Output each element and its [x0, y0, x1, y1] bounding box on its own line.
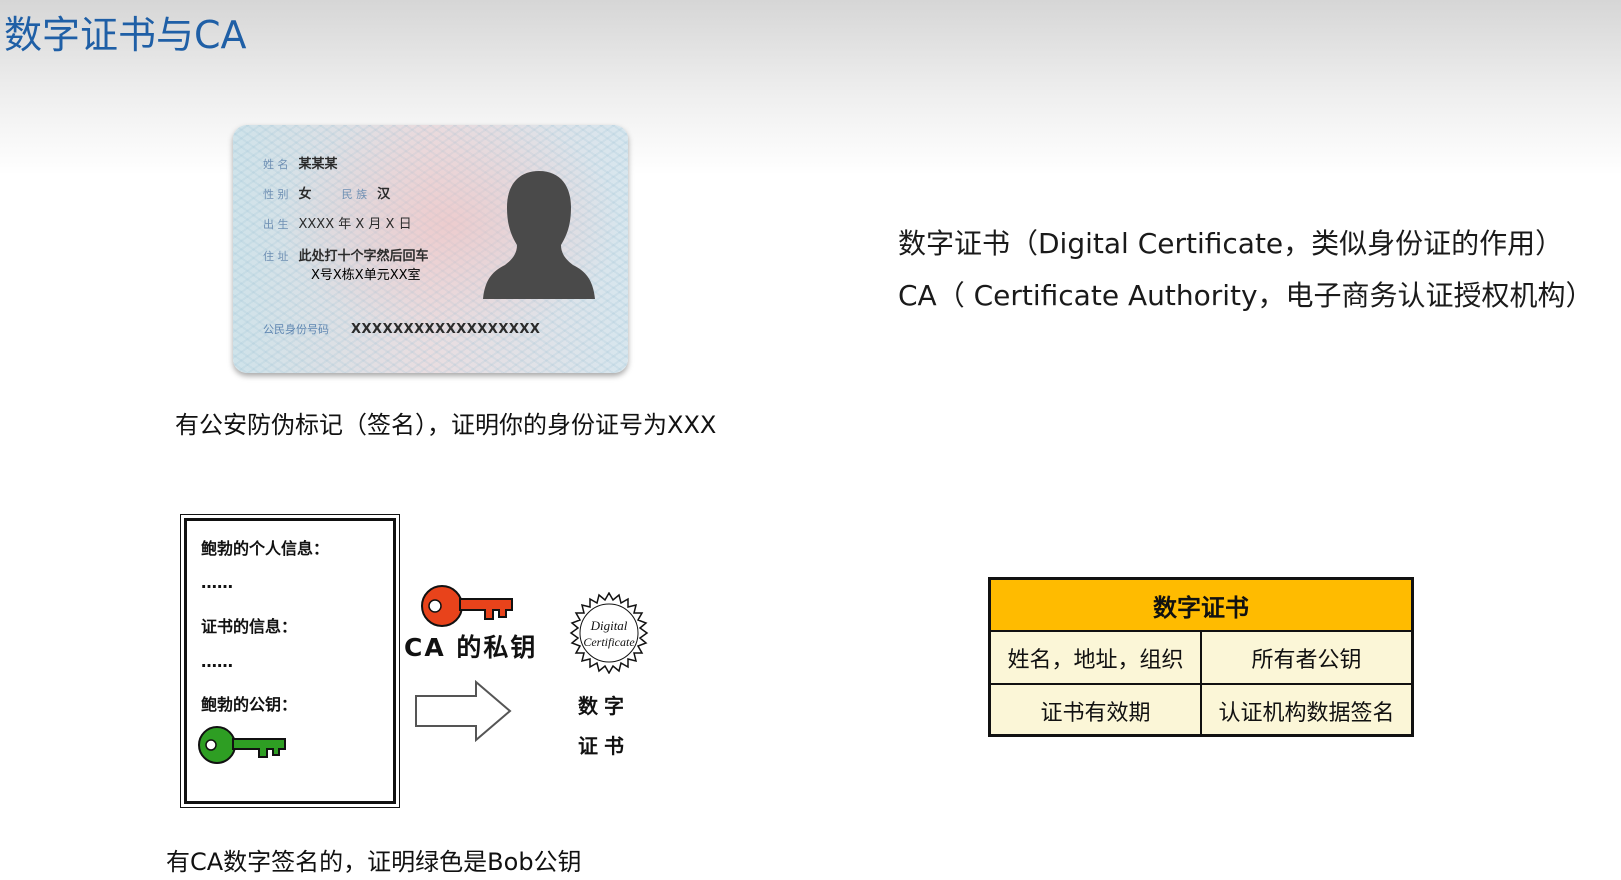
card-address-label: 住 址: [263, 250, 289, 263]
card-birth-row: 出 生 XXXX 年 X 月 X 日: [263, 213, 412, 232]
card-gender-value: 女: [298, 187, 312, 202]
table-cell: 认证机构数据签名: [1218, 701, 1395, 726]
table-cell: 所有者公钥: [1251, 648, 1362, 673]
doc-cert-info: 证书的信息：: [201, 617, 298, 636]
id-card-caption: 有公安防伪标记（签名），证明你的身份证号为XXX: [175, 411, 717, 439]
card-ethnic-value: 汉: [377, 187, 391, 202]
table-column-divider: [1200, 632, 1202, 734]
card-birth-label: 出 生: [263, 218, 289, 231]
card-address-line2: X号X栋X单元XX室: [311, 268, 421, 283]
slide-title: 数字证书与CA: [4, 13, 247, 57]
seal-certificate-text: Certificate: [583, 635, 635, 649]
card-id-label: 公民身份号码: [263, 323, 329, 336]
table-cell: 姓名，地址，组织: [1007, 648, 1184, 673]
definition-ca: CA（ Certificate Authority，电子商务认证授权机构）: [898, 279, 1594, 312]
definition-digital-certificate: 数字证书（Digital Certificate，类似身份证的作用）: [898, 227, 1564, 260]
card-address-line1: 此处打十个字然后回车: [298, 249, 429, 264]
certificate-table: 数字证书 姓名，地址，组织 所有者公钥 证书有效期 认证机构数据签名: [988, 577, 1414, 737]
card-ethnic-label: 民 族: [341, 188, 368, 201]
cert-label-bottom: 证书: [578, 734, 630, 758]
card-name-label: 姓 名: [263, 158, 289, 171]
doc-personal-info: 鲍勃的个人信息：: [201, 539, 330, 558]
doc-public-key-label: 鲍勃的公钥：: [201, 695, 298, 714]
card-name-row: 姓 名某某某: [263, 153, 338, 172]
digital-certificate-seal-icon: Digital Certificate: [569, 592, 649, 674]
seal-digital-text: Digital: [590, 618, 628, 633]
portrait-silhouette-icon: [483, 171, 595, 299]
document-caption: 有CA数字签名的，证明绿色是Bob公钥: [166, 848, 582, 876]
id-card-image: 姓 名某某某 性 别女 民 族汉 出 生 XXXX 年 X 月 X 日 住 址此处…: [233, 125, 628, 373]
green-key-icon: [198, 726, 286, 764]
card-gender-label: 性 别: [263, 188, 289, 201]
doc-dots-1: ……: [201, 573, 233, 592]
card-name-value: 某某某: [298, 157, 338, 172]
cert-label-top: 数字: [578, 694, 630, 718]
card-id-row: 公民身份号码 XXXXXXXXXXXXXXXXXX: [263, 321, 540, 337]
table-header: 数字证书: [991, 580, 1411, 632]
card-birth-value: XXXX 年 X 月 X 日: [298, 217, 412, 232]
ca-private-key-label: CA 的私钥: [404, 633, 538, 662]
doc-dots-2: ……: [201, 652, 233, 671]
definitions: 数字证书（Digital Certificate，类似身份证的作用） CA（ C…: [898, 218, 1594, 322]
table-cell: 证书有效期: [1040, 701, 1151, 726]
card-gender-row: 性 别女 民 族汉: [263, 183, 390, 202]
card-address-row: 住 址此处打十个字然后回车: [263, 245, 429, 264]
arrow-right-icon: [415, 680, 512, 742]
ca-private-key-icon: [421, 585, 513, 627]
bob-document: 鲍勃的个人信息： …… 证书的信息： …… 鲍勃的公钥：: [180, 514, 400, 808]
card-id-value: XXXXXXXXXXXXXXXXXX: [351, 322, 541, 337]
